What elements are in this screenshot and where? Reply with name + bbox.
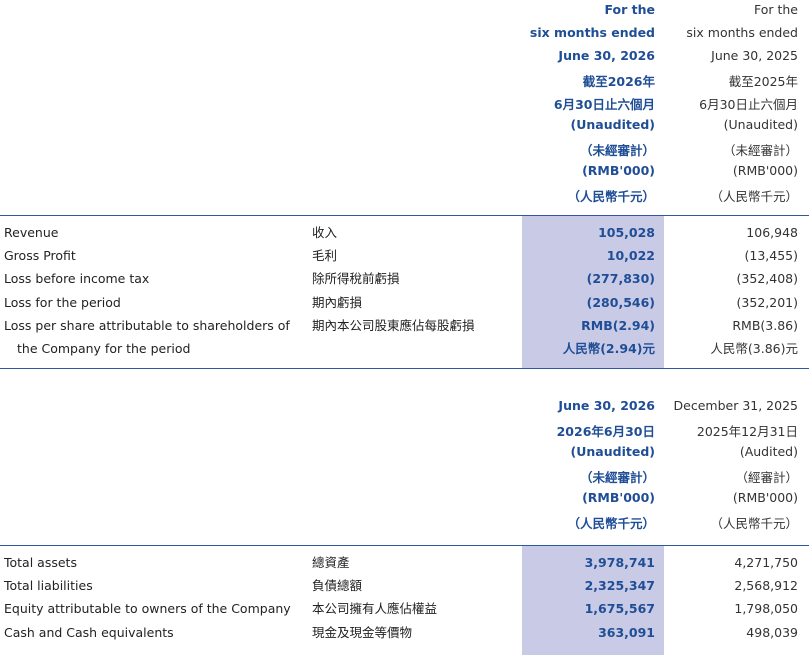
current-period-header-line: (Unaudited) xyxy=(570,117,655,132)
prior-date-header-line: December 31, 2025 xyxy=(673,398,798,413)
prior-value: 498,039 xyxy=(746,625,798,640)
current-value: 105,028 xyxy=(598,225,655,240)
prior-value: (13,455) xyxy=(744,248,799,263)
table-row: Revenue 收入 105,028 106,948 xyxy=(0,222,809,244)
table-row: Total liabilities 負債總額 2,325,347 2,568,9… xyxy=(0,575,809,597)
prior-date-header-line: 2025年12月31日 xyxy=(696,424,798,439)
row-label-en: Loss before income tax xyxy=(4,271,150,286)
prior-value: RMB(3.86) xyxy=(732,318,798,333)
row-label-en: the Company for the period xyxy=(17,341,191,356)
row-label-zh: 除所得稅前虧損 xyxy=(312,271,400,286)
current-period-header-line: For the xyxy=(604,2,656,17)
current-value: 10,022 xyxy=(606,248,655,263)
row-label-en: Total assets xyxy=(4,555,77,570)
current-period-header-line: June 30, 2026 xyxy=(558,48,655,63)
current-value: 363,091 xyxy=(598,625,655,640)
current-period-header-line: six months ended xyxy=(529,25,655,40)
prior-value: 4,271,750 xyxy=(734,555,798,570)
current-period-header-line: （人民幣千元） xyxy=(567,189,655,204)
prior-value: 人民幣(3.86)元 xyxy=(710,341,798,356)
table-row: Gross Profit 毛利 10,022 (13,455) xyxy=(0,245,809,267)
current-date-header-line: (RMB'000) xyxy=(582,490,655,505)
current-date-header-line: 2026年6月30日 xyxy=(556,424,655,439)
prior-period-header-line: 截至2025年 xyxy=(728,74,798,89)
row-label-zh: 本公司擁有人應佔權益 xyxy=(312,601,438,616)
prior-date-header-line: （人民幣千元） xyxy=(710,516,798,531)
row-label-en: Loss per share attributable to sharehold… xyxy=(4,318,290,333)
current-period-header-line: (RMB'000) xyxy=(582,163,655,178)
current-date-header-line: (Unaudited) xyxy=(570,444,655,459)
row-label-zh: 現金及現金等價物 xyxy=(312,625,413,640)
row-label-zh: 收入 xyxy=(312,225,338,240)
row-label-zh: 負債總額 xyxy=(312,578,363,593)
table-divider xyxy=(0,545,809,546)
current-value: RMB(2.94) xyxy=(581,318,655,333)
table-divider xyxy=(0,215,809,216)
current-date-header-line: （未經審計） xyxy=(579,470,655,485)
current-value: 3,978,741 xyxy=(584,555,655,570)
table-divider xyxy=(0,368,809,369)
current-value: 人民幣(2.94)元 xyxy=(562,341,655,356)
prior-period-header-line: six months ended xyxy=(686,25,798,40)
row-label-en: Loss for the period xyxy=(4,295,121,310)
prior-period-header-line: (Unaudited) xyxy=(723,117,798,132)
table-row: Loss per share attributable to sharehold… xyxy=(0,315,809,337)
current-date-header-line: June 30, 2026 xyxy=(558,398,655,413)
prior-period-header-line: (RMB'000) xyxy=(732,163,798,178)
row-label-en: Cash and Cash equivalents xyxy=(4,625,174,640)
prior-value: (352,201) xyxy=(736,295,798,310)
current-value: 1,675,567 xyxy=(584,601,655,616)
current-period-header-line: 6月30日止六個月 xyxy=(553,97,655,112)
prior-period-header-line: June 30, 2025 xyxy=(711,48,798,63)
row-label-en: Equity attributable to owners of the Com… xyxy=(4,601,291,616)
prior-value: 106,948 xyxy=(746,225,798,240)
current-value: 2,325,347 xyxy=(584,578,655,593)
prior-date-header-line: (Audited) xyxy=(739,444,798,459)
row-label-en: Total liabilities xyxy=(4,578,93,593)
prior-date-header-line: （經審計） xyxy=(735,470,798,485)
prior-period-header-line: For the xyxy=(753,2,798,17)
current-date-header-line: （人民幣千元） xyxy=(567,516,655,531)
current-period-header-line: （未經審計） xyxy=(579,143,655,158)
row-label-en: Gross Profit xyxy=(4,248,76,263)
prior-value: 1,798,050 xyxy=(734,601,798,616)
table-row: Loss before income tax 除所得稅前虧損 (277,830)… xyxy=(0,268,809,290)
table-row: Loss for the period 期內虧損 (280,546) (352,… xyxy=(0,292,809,314)
prior-period-header-line: （未經審計） xyxy=(722,143,798,158)
current-value: (280,546) xyxy=(586,295,655,310)
prior-period-header-line: （人民幣千元） xyxy=(710,189,798,204)
row-label-zh: 毛利 xyxy=(312,248,338,263)
prior-date-header-line: (RMB'000) xyxy=(732,490,798,505)
row-label-en: Revenue xyxy=(4,225,59,240)
current-value: (277,830) xyxy=(586,271,655,286)
prior-value: (352,408) xyxy=(736,271,798,286)
table-row: Total assets 總資產 3,978,741 4,271,750 xyxy=(0,552,809,574)
prior-period-header-line: 6月30日止六個月 xyxy=(699,97,798,112)
current-period-header-line: 截至2026年 xyxy=(582,74,655,89)
row-label-zh: 期內虧損 xyxy=(312,295,363,310)
table-row: Cash and Cash equivalents 現金及現金等價物 363,0… xyxy=(0,622,809,644)
row-label-zh: 期內本公司股東應佔每股虧損 xyxy=(312,318,475,333)
table-row: the Company for the period 人民幣(2.94)元 人民… xyxy=(0,338,809,360)
row-label-zh: 總資產 xyxy=(312,555,350,570)
prior-value: 2,568,912 xyxy=(734,578,798,593)
table-row: Equity attributable to owners of the Com… xyxy=(0,598,809,620)
